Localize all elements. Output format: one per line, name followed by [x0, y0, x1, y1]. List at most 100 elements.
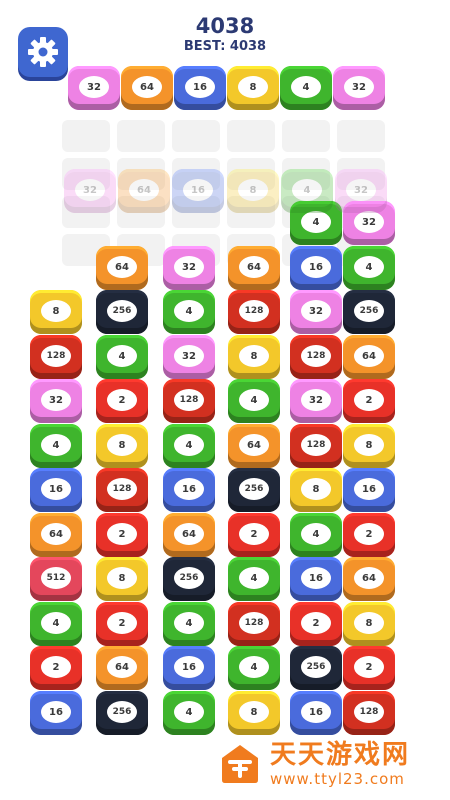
tile-value: 64 [239, 434, 269, 457]
board-tile: 256 [163, 557, 215, 601]
tile-value: 2 [354, 523, 384, 546]
tile-value: 64 [129, 179, 159, 202]
grid-cell [337, 120, 385, 152]
tile-value: 2 [239, 523, 269, 546]
board-tile: 128 [228, 602, 280, 646]
board-tile: 128 [290, 424, 342, 468]
board-tile: 4 [163, 290, 215, 334]
tile-value: 4 [107, 345, 137, 368]
tile-value: 16 [183, 179, 213, 202]
board-tile: 128 [163, 379, 215, 423]
grid-cell [227, 120, 275, 152]
tile-value: 4 [292, 179, 322, 202]
tile-value: 32 [75, 179, 105, 202]
board-tile: 16 [290, 691, 342, 735]
tile-value: 32 [354, 211, 384, 234]
watermark-logo-icon [222, 745, 258, 783]
tile-value: 64 [174, 523, 204, 546]
next-tile: 4 [280, 66, 332, 110]
next-tile: 16 [174, 66, 226, 110]
board-tile: 4 [228, 646, 280, 690]
tile-value: 256 [239, 478, 269, 501]
tile-value: 64 [107, 256, 137, 279]
board-tile: 64 [343, 557, 395, 601]
board-tile: 32 [163, 246, 215, 290]
board-tile: 64 [343, 335, 395, 379]
tile-value: 128 [107, 478, 137, 501]
tile-value: 8 [301, 478, 331, 501]
tile-value: 512 [41, 567, 71, 590]
board-tile: 128 [290, 335, 342, 379]
board-tile: 4 [228, 379, 280, 423]
tile-value: 16 [41, 701, 71, 724]
tile-value: 32 [346, 179, 376, 202]
board-tile: 4 [163, 691, 215, 735]
tile-value: 8 [41, 300, 71, 323]
board-tile: 256 [96, 290, 148, 334]
board-tile: 2 [228, 513, 280, 557]
tile-value: 256 [354, 300, 384, 323]
tile-value: 8 [238, 76, 268, 99]
board-tile: 4 [96, 335, 148, 379]
board-tile: 2 [96, 379, 148, 423]
tile-value: 16 [354, 478, 384, 501]
next-tile: 64 [121, 66, 173, 110]
watermark-title: 天天游戏网 [270, 740, 411, 770]
tile-value: 64 [239, 256, 269, 279]
tile-value: 16 [41, 478, 71, 501]
board-tile: 4 [290, 513, 342, 557]
tile-value: 32 [174, 256, 204, 279]
tile-value: 32 [344, 76, 374, 99]
tile-value: 256 [107, 300, 137, 323]
board-tile: 2 [343, 379, 395, 423]
tile-value: 256 [174, 567, 204, 590]
tile-value: 32 [301, 389, 331, 412]
site-watermark: 天天游戏网 www.ttyl23.com [206, 728, 450, 800]
ghost-tile: 64 [118, 169, 170, 213]
board-tile: 128 [343, 691, 395, 735]
grid-cell [62, 120, 110, 152]
tile-value: 64 [107, 656, 137, 679]
board-tile: 8 [96, 557, 148, 601]
board-tile: 64 [30, 513, 82, 557]
tile-value: 128 [301, 434, 331, 457]
board-tile: 512 [30, 557, 82, 601]
tile-value: 2 [41, 656, 71, 679]
board-tile: 8 [228, 335, 280, 379]
tile-value: 8 [239, 345, 269, 368]
tile-value: 32 [79, 76, 109, 99]
board-tile: 8 [343, 424, 395, 468]
tile-value: 4 [41, 612, 71, 635]
grid-cell [172, 120, 220, 152]
settings-button[interactable] [18, 27, 68, 77]
board-tile: 2 [96, 513, 148, 557]
tile-value: 32 [41, 389, 71, 412]
tile-value: 8 [107, 567, 137, 590]
board-tile: 2 [290, 602, 342, 646]
tile-value: 4 [174, 701, 204, 724]
board-tile: 64 [96, 646, 148, 690]
board-tile: 4 [343, 246, 395, 290]
board-tile: 128 [96, 468, 148, 512]
tile-value: 32 [174, 345, 204, 368]
tile-value: 2 [107, 523, 137, 546]
tile-value: 16 [174, 656, 204, 679]
board-tile: 32 [30, 379, 82, 423]
tile-value: 8 [107, 434, 137, 457]
board-tile: 16 [163, 646, 215, 690]
board-tile: 16 [30, 691, 82, 735]
board-tile: 4 [163, 424, 215, 468]
board-tile: 2 [96, 602, 148, 646]
ghost-tile: 4 [281, 169, 333, 213]
tile-value: 4 [239, 389, 269, 412]
board-tile: 8 [30, 290, 82, 334]
tile-value: 4 [239, 567, 269, 590]
board-tile: 256 [343, 290, 395, 334]
board-tile: 128 [30, 335, 82, 379]
grid-cell [282, 120, 330, 152]
board-tile: 2 [30, 646, 82, 690]
grid-cell [117, 120, 165, 152]
tile-value: 128 [301, 345, 331, 368]
tile-value: 8 [354, 434, 384, 457]
board-tile: 2 [343, 513, 395, 557]
